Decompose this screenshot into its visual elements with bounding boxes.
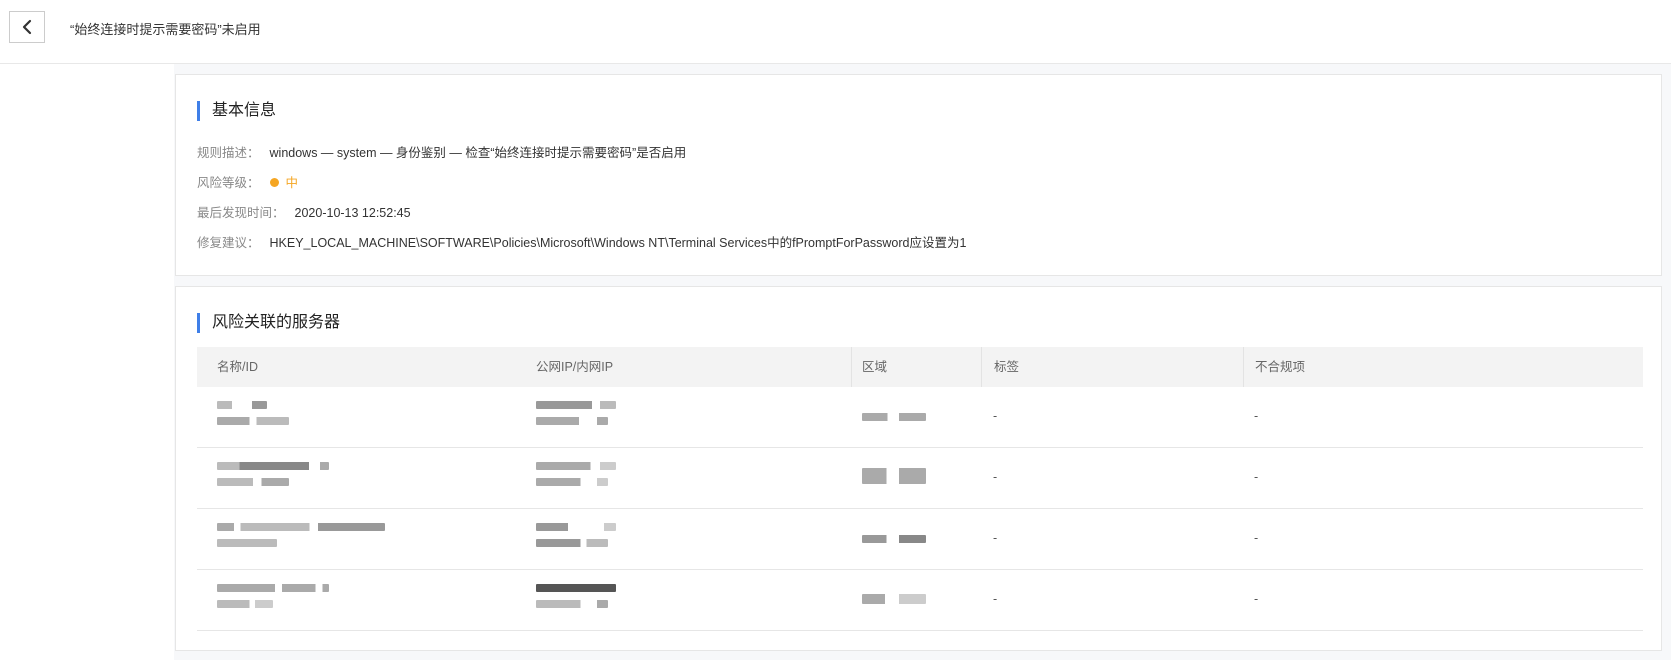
column-header-region: 区域	[851, 347, 887, 387]
rule-description-row: 规则描述： windows — system — 身份鉴别 — 检查“始终连接时提…	[197, 142, 686, 161]
table-row[interactable]: - -	[197, 387, 1643, 448]
table-row[interactable]: - -	[197, 570, 1643, 631]
left-gutter	[0, 64, 174, 660]
basic-info-title: 基本信息	[197, 101, 276, 121]
server-noncompliant: -	[1254, 531, 1259, 545]
server-noncompliant: -	[1254, 470, 1259, 484]
top-bar: “始终连接时提示需要密码”未启用	[0, 0, 1671, 64]
table-header: 名称/ID 公网IP/内网IP 区域 标签 不合规项	[197, 347, 1643, 387]
servers-table: 名称/ID 公网IP/内网IP 区域 标签 不合规项 - - - - - - -…	[197, 347, 1643, 631]
table-row[interactable]: - -	[197, 509, 1643, 570]
page-title: “始终连接时提示需要密码”未启用	[70, 22, 261, 37]
servers-title: 风险关联的服务器	[197, 313, 340, 333]
column-header-tag: 标签	[981, 347, 1019, 387]
risk-level-label: 风险等级：	[197, 176, 260, 190]
server-tag: -	[993, 409, 998, 423]
last-found-value: 2020-10-13 12:52:45	[294, 206, 411, 220]
column-header-noncompliant: 不合规项	[1243, 347, 1305, 387]
server-tag: -	[993, 531, 998, 545]
server-tag: -	[993, 592, 998, 606]
server-tag: -	[993, 470, 998, 484]
chevron-left-icon	[22, 19, 32, 35]
fix-suggestion-row: 修复建议： HKEY_LOCAL_MACHINE\SOFTWARE\Policie…	[197, 232, 966, 251]
fix-suggestion-label: 修复建议：	[197, 236, 260, 250]
server-noncompliant: -	[1254, 409, 1259, 423]
risk-level-dot-icon	[269, 178, 279, 188]
table-row[interactable]: - -	[197, 448, 1643, 509]
back-button[interactable]	[9, 11, 45, 43]
column-header-ip: 公网IP/内网IP	[536, 360, 614, 374]
risk-level-value: 中	[285, 176, 299, 190]
rule-description-value: windows — system — 身份鉴别 — 检查“始终连接时提示需要密码…	[269, 146, 687, 160]
rule-description-label: 规则描述：	[197, 146, 260, 160]
last-found-row: 最后发现时间： 2020-10-13 12:52:45	[197, 202, 411, 221]
fix-suggestion-value: HKEY_LOCAL_MACHINE\SOFTWARE\Policies\Mic…	[269, 236, 967, 250]
last-found-label: 最后发现时间：	[197, 206, 285, 220]
risk-level-row: 风险等级： 中	[197, 172, 298, 191]
column-header-name: 名称/ID	[217, 360, 258, 374]
basic-info-card: 基本信息 规则描述： windows — system — 身份鉴别 — 检查“始…	[175, 74, 1662, 276]
servers-card: 风险关联的服务器 名称/ID 公网IP/内网IP 区域 标签 不合规项 - -	[175, 286, 1662, 651]
server-noncompliant: -	[1254, 592, 1259, 606]
